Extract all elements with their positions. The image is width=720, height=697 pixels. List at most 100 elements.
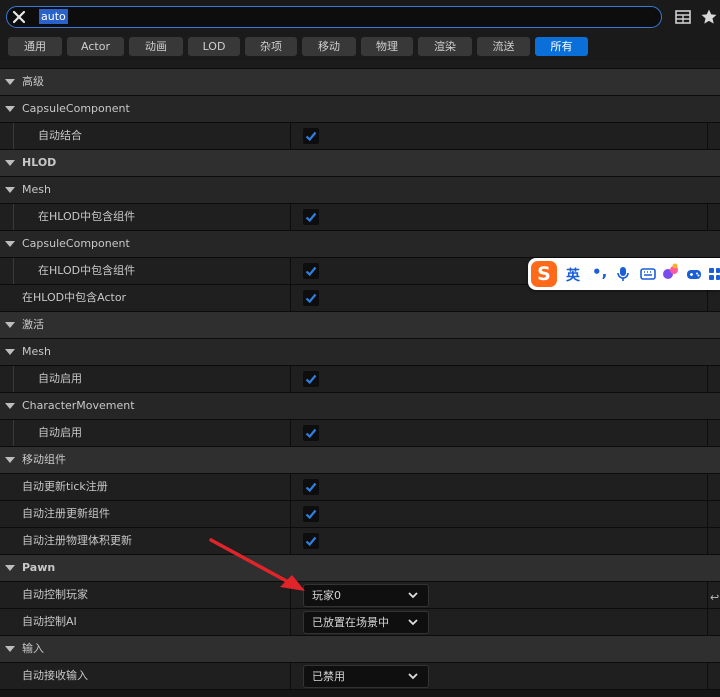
- close-icon[interactable]: [10, 8, 28, 26]
- dropdown-value: 已禁用: [312, 670, 345, 683]
- checkbox-checked[interactable]: [303, 128, 319, 144]
- keyboard-icon[interactable]: [640, 266, 656, 282]
- search-value[interactable]: auto: [39, 9, 68, 24]
- group-label: CharacterMovement: [22, 399, 135, 412]
- property-label: 自动注册物理体积更新: [22, 534, 132, 547]
- expand-arrow-icon[interactable]: [5, 187, 15, 193]
- checkmark-icon: [305, 482, 317, 493]
- expand-arrow-icon[interactable]: [5, 322, 15, 328]
- filter-animation[interactable]: 动画: [129, 37, 183, 56]
- expand-arrow-icon[interactable]: [5, 79, 15, 85]
- chevron-down-icon: [408, 592, 418, 599]
- category-pawn[interactable]: Pawn: [0, 555, 720, 582]
- property-label: 在HLOD中包含组件: [38, 210, 136, 223]
- expand-arrow-icon[interactable]: [5, 457, 15, 463]
- property-label: 在HLOD中包含组件: [38, 264, 136, 277]
- annotation-arrow-icon: [209, 538, 305, 591]
- ime-logo[interactable]: S: [531, 261, 557, 287]
- group-mesh[interactable]: Mesh: [0, 177, 720, 204]
- category-label: 输入: [22, 642, 44, 655]
- filter-physics[interactable]: 物理: [361, 37, 413, 56]
- grid-menu-icon[interactable]: [708, 266, 720, 282]
- group-mesh[interactable]: Mesh: [0, 339, 720, 366]
- checkmark-icon: [305, 266, 317, 277]
- category-movement-component[interactable]: 移动组件: [0, 447, 720, 474]
- checkmark-icon: [305, 374, 317, 385]
- property-label: 自动接收输入: [22, 669, 88, 682]
- property-row: 自动控制玩家 玩家0: [0, 582, 720, 609]
- auto-possess-player-dropdown[interactable]: 玩家0: [303, 584, 429, 607]
- property-label: 自动控制AI: [22, 615, 77, 628]
- category-label: 高级: [22, 75, 44, 88]
- checkbox-checked[interactable]: [303, 425, 319, 441]
- category-filter-bar: 通用 Actor 动画 LOD 杂项 移动 物理 渲染 流送 所有: [0, 34, 720, 60]
- category-label: 激活: [22, 318, 44, 331]
- checkmark-icon: [305, 293, 317, 304]
- group-label: CapsuleComponent: [22, 102, 130, 115]
- category-activation[interactable]: 激活: [0, 312, 720, 339]
- filter-general[interactable]: 通用: [8, 37, 62, 56]
- checkbox-checked[interactable]: [303, 479, 319, 495]
- expand-arrow-icon[interactable]: [5, 403, 15, 409]
- filter-rendering[interactable]: 渲染: [418, 37, 472, 56]
- expand-arrow-icon[interactable]: [5, 565, 15, 571]
- expand-arrow-icon[interactable]: [5, 349, 15, 355]
- category-advanced[interactable]: 高级: [0, 69, 720, 96]
- checkbox-checked[interactable]: [303, 290, 319, 306]
- gamepad-icon[interactable]: [686, 266, 702, 282]
- expand-arrow-icon[interactable]: [5, 160, 15, 166]
- property-row: 自动接收输入 已禁用: [0, 663, 720, 690]
- property-row: 自动启用: [0, 420, 720, 447]
- category-label: Pawn: [22, 561, 56, 574]
- expand-arrow-icon[interactable]: [5, 241, 15, 247]
- reset-arrow-icon[interactable]: ↩: [710, 591, 719, 604]
- group-character-movement[interactable]: CharacterMovement: [0, 393, 720, 420]
- property-label: 在HLOD中包含Actor: [22, 291, 127, 304]
- checkbox-checked[interactable]: [303, 263, 319, 279]
- panel-top-edge: [0, 60, 720, 69]
- property-row: 自动启用: [0, 366, 720, 393]
- filter-all[interactable]: 所有: [535, 37, 588, 56]
- checkbox-checked[interactable]: [303, 506, 319, 522]
- group-capsule-component[interactable]: CapsuleComponent: [0, 96, 720, 123]
- property-row: 自动注册更新组件: [0, 501, 720, 528]
- auto-possess-ai-dropdown[interactable]: 已放置在场景中: [303, 611, 429, 634]
- group-label: Mesh: [22, 183, 51, 196]
- group-capsule-component[interactable]: CapsuleComponent: [0, 231, 720, 258]
- category-hlod[interactable]: HLOD: [0, 150, 720, 177]
- property-row: 自动更新tick注册: [0, 474, 720, 501]
- category-input[interactable]: 输入: [0, 636, 720, 663]
- dropdown-value: 已放置在场景中: [312, 616, 389, 629]
- filter-movement[interactable]: 移动: [302, 37, 356, 56]
- expand-arrow-icon[interactable]: [5, 646, 15, 652]
- star-icon[interactable]: [700, 8, 718, 26]
- property-label: 自动启用: [38, 372, 82, 385]
- search-input[interactable]: auto: [6, 6, 662, 28]
- property-label: 自动控制玩家: [22, 588, 88, 601]
- group-label: Mesh: [22, 345, 51, 358]
- ime-language-toggle[interactable]: 英: [566, 265, 580, 285]
- property-label: 自动更新tick注册: [22, 480, 108, 493]
- filter-lod[interactable]: LOD: [188, 37, 240, 56]
- property-label: 自动启用: [38, 426, 82, 439]
- auto-receive-input-dropdown[interactable]: 已禁用: [303, 665, 429, 688]
- filter-actor[interactable]: Actor: [67, 37, 124, 56]
- property-row: 自动注册物理体积更新: [0, 528, 720, 555]
- skin-icon[interactable]: [662, 263, 680, 281]
- checkbox-checked[interactable]: [303, 209, 319, 225]
- dropdown-value: 玩家0: [312, 589, 341, 602]
- table-view-icon[interactable]: [674, 8, 692, 26]
- ime-toolbar[interactable]: S 英 •,: [528, 258, 720, 290]
- toolbar: auto: [0, 0, 720, 34]
- filter-misc[interactable]: 杂项: [245, 37, 297, 56]
- expand-arrow-icon[interactable]: [5, 106, 15, 112]
- property-row: 在HLOD中包含组件: [0, 204, 720, 231]
- details-panel: 高级 CapsuleComponent 自动结合 HLOD Mesh 在HLOD…: [0, 69, 720, 690]
- microphone-icon[interactable]: [616, 266, 630, 282]
- property-label: 自动注册更新组件: [22, 507, 110, 520]
- filter-streaming[interactable]: 流送: [477, 37, 530, 56]
- checkmark-icon: [305, 131, 317, 142]
- group-label: CapsuleComponent: [22, 237, 130, 250]
- ime-punctuation-toggle[interactable]: •,: [592, 263, 607, 281]
- checkbox-checked[interactable]: [303, 371, 319, 387]
